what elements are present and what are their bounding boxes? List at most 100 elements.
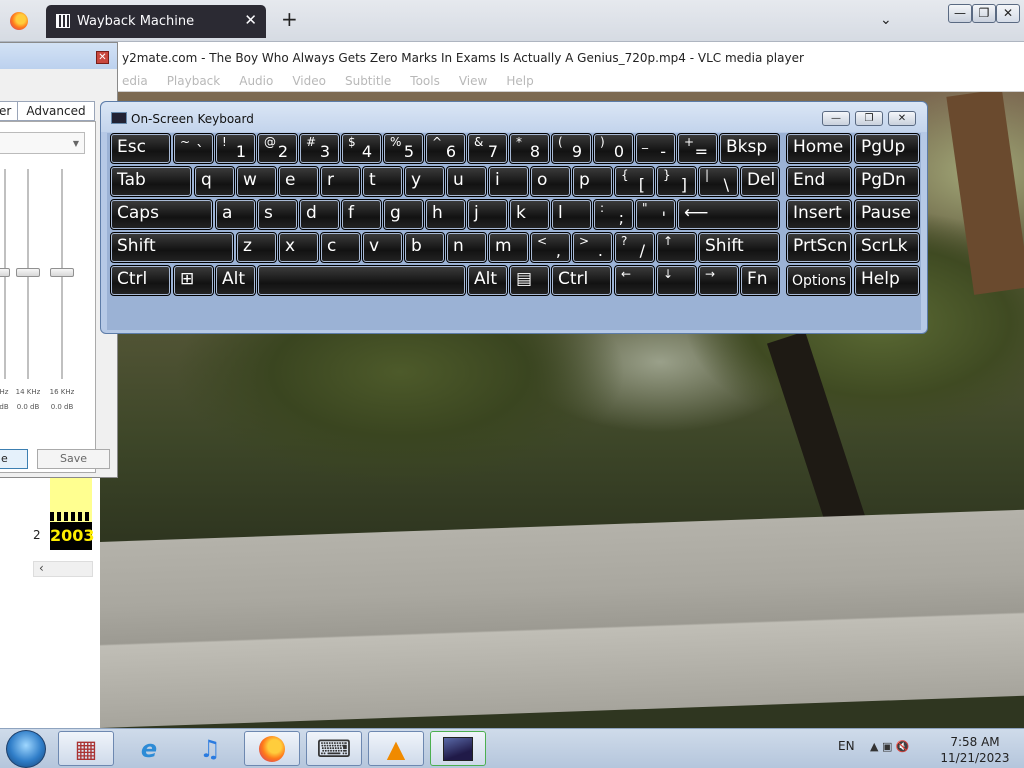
save-button[interactable]: Save — [37, 449, 110, 469]
clock[interactable]: 7:58 AM 11/21/2023 — [940, 734, 1010, 766]
key-char-w[interactable]: w — [236, 166, 277, 197]
key-shift[interactable]: Shift — [698, 232, 780, 263]
menu-video[interactable]: Video — [292, 74, 326, 88]
key-char-s[interactable]: s — [257, 199, 298, 230]
key-char-[interactable]: " ' — [635, 199, 676, 230]
key-char-1[interactable]: ! 1 — [215, 133, 256, 164]
key-char-m[interactable]: m — [488, 232, 529, 263]
language-indicator[interactable]: EN — [838, 739, 855, 753]
key-char-k[interactable]: k — [509, 199, 550, 230]
wayback-year[interactable]: 2003 — [50, 522, 95, 550]
menu-audio[interactable]: Audio — [239, 74, 273, 88]
menu-playback[interactable]: Playback — [167, 74, 221, 88]
key-char-2[interactable]: @2 — [257, 133, 298, 164]
key-char-4[interactable]: $4 — [341, 133, 382, 164]
eq-slider-thumb[interactable] — [0, 268, 10, 277]
key-arrow-right[interactable]: → — [698, 265, 739, 296]
close-button[interactable]: e — [0, 449, 28, 469]
key-char-l[interactable]: l — [551, 199, 592, 230]
taskbar-task-manager[interactable]: ▦ — [58, 731, 114, 766]
key-char-[interactable]: :; — [593, 199, 634, 230]
osk-close-button[interactable]: ✕ — [888, 111, 916, 126]
key-char-f[interactable]: f — [341, 199, 382, 230]
key-help[interactable]: Help — [854, 265, 920, 296]
key-char-7[interactable]: & 7 — [467, 133, 508, 164]
taskbar-firefox[interactable] — [244, 731, 300, 766]
key-char-[interactable]: _ - — [635, 133, 676, 164]
key-delete[interactable]: Del — [740, 166, 780, 197]
key-char-3[interactable]: #3 — [299, 133, 340, 164]
key-char-[interactable]: {[ — [614, 166, 655, 197]
preset-dropdown[interactable]: ▼ — [0, 132, 85, 154]
key-char-[interactable]: | \ — [698, 166, 739, 197]
taskbar-on-screen-keyboard[interactable]: ⌨ — [306, 731, 362, 766]
key-char-t[interactable]: t — [362, 166, 403, 197]
start-button[interactable] — [6, 730, 46, 768]
volume-muted-icon[interactable]: 🔇 — [896, 740, 910, 753]
key-char-i[interactable]: i — [488, 166, 529, 197]
key-alt[interactable]: Alt — [467, 265, 508, 296]
key-char-0[interactable]: ) 0 — [593, 133, 634, 164]
firefox-logo-icon[interactable] — [10, 12, 28, 30]
menu-view[interactable]: View — [459, 74, 487, 88]
menu-help[interactable]: Help — [506, 74, 533, 88]
show-hidden-icons-icon[interactable]: ▲ — [870, 740, 878, 753]
key-home[interactable]: Home — [786, 133, 852, 164]
key-char-[interactable]: }] — [656, 166, 697, 197]
key-char-b[interactable]: b — [404, 232, 445, 263]
key-options[interactable]: Options — [786, 265, 852, 296]
key-char-x[interactable]: x — [278, 232, 319, 263]
key-char-6[interactable]: ^ 6 — [425, 133, 466, 164]
key-shift[interactable]: Shift — [110, 232, 234, 263]
key-ctrl[interactable]: Ctrl — [551, 265, 612, 296]
menu-subtitle[interactable]: Subtitle — [345, 74, 391, 88]
menu-tools[interactable]: Tools — [410, 74, 440, 88]
list-all-tabs-chevron-icon[interactable]: ⌄ — [880, 12, 892, 28]
key-char-q[interactable]: q — [194, 166, 235, 197]
key-space[interactable] — [257, 265, 466, 296]
tab-wayback-machine[interactable]: Wayback Machine ✕ — [46, 5, 266, 38]
key-arrow-left[interactable]: ← — [614, 265, 655, 296]
key-page-up[interactable]: PgUp — [854, 133, 920, 164]
key-char-c[interactable]: c — [320, 232, 361, 263]
key-char-r[interactable]: r — [320, 166, 361, 197]
key-alt[interactable]: Alt — [215, 265, 256, 296]
key-fn[interactable]: Fn — [740, 265, 780, 296]
taskbar-vlc[interactable]: ▲ — [368, 731, 424, 766]
restore-button[interactable]: ❐ — [972, 4, 996, 23]
key-char-9[interactable]: (9 — [551, 133, 592, 164]
key-char-[interactable]: >. — [572, 232, 613, 263]
key-char-[interactable]: ? / — [614, 232, 655, 263]
key-char-a[interactable]: a — [215, 199, 256, 230]
key-insert[interactable]: Insert — [786, 199, 852, 230]
close-tab-icon[interactable]: ✕ — [244, 11, 257, 29]
horizontal-scrollbar[interactable]: ‹ — [33, 561, 93, 577]
key-caps-lock[interactable]: Caps — [110, 199, 213, 230]
osk-minimize-button[interactable]: — — [822, 111, 850, 126]
key-char-u[interactable]: u — [446, 166, 487, 197]
tab-filter[interactable]: er — [0, 101, 19, 121]
key-backspace[interactable]: Bksp — [719, 133, 780, 164]
key-char-[interactable]: + = — [677, 133, 718, 164]
key-esc[interactable]: Esc — [110, 133, 171, 164]
key-menu[interactable]: ▤ — [509, 265, 550, 296]
dialog-close-icon[interactable]: ✕ — [96, 51, 109, 64]
key-print-screen[interactable]: PrtScn — [786, 232, 852, 263]
key-tab[interactable]: Tab — [110, 166, 192, 197]
key-char-8[interactable]: * 8 — [509, 133, 550, 164]
key-char-[interactable]: ~ ` — [173, 133, 214, 164]
eq-slider-thumb[interactable] — [50, 268, 74, 277]
key-char-g[interactable]: g — [383, 199, 424, 230]
taskbar-image-viewer[interactable] — [430, 731, 486, 766]
menu-media[interactable]: edia — [122, 74, 148, 88]
taskbar-itunes[interactable]: ♫ — [182, 731, 238, 766]
key-char-[interactable]: <, — [530, 232, 571, 263]
key-char-n[interactable]: n — [446, 232, 487, 263]
key-char-o[interactable]: o — [530, 166, 571, 197]
key-arrow-up[interactable]: ↑ — [656, 232, 697, 263]
key-char-y[interactable]: y — [404, 166, 445, 197]
taskbar-internet-explorer[interactable]: e — [121, 731, 177, 766]
key-char-v[interactable]: v — [362, 232, 403, 263]
key-char-d[interactable]: d — [299, 199, 340, 230]
key-scroll-lock[interactable]: ScrLk — [854, 232, 920, 263]
